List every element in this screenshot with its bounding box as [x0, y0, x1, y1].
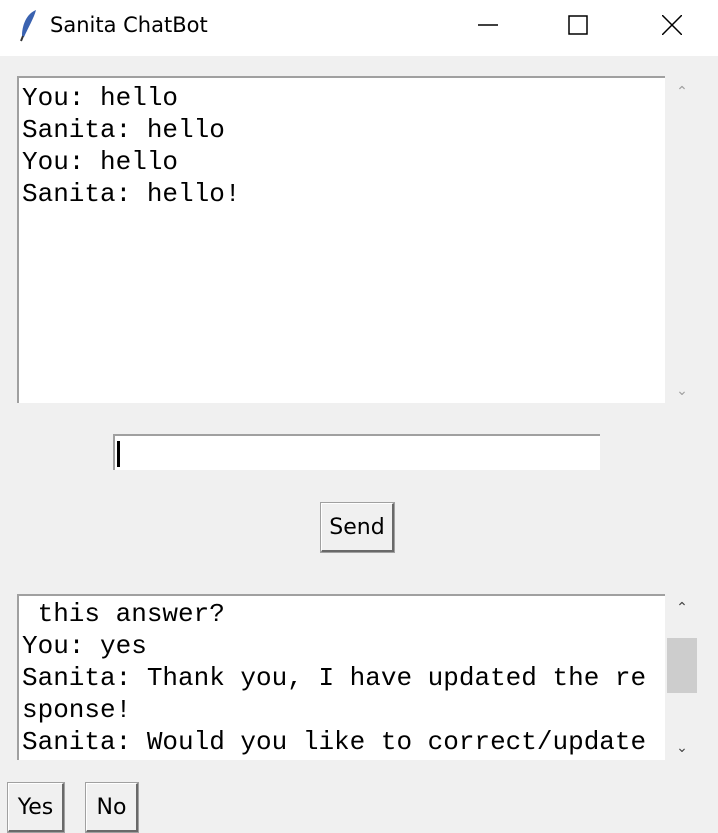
scroll-down-icon[interactable]: ⌄	[665, 740, 699, 756]
feedback-line: Sanita: Would you like to correct/update	[22, 727, 647, 757]
send-button[interactable]: Send	[320, 502, 395, 553]
chat-line: Sanita: hello	[22, 115, 225, 145]
title-bar: Sanita ChatBot	[0, 0, 718, 56]
chat-scrollbar[interactable]: ⌃ ⌄	[665, 76, 699, 403]
message-input[interactable]	[113, 434, 600, 470]
feedback-line: this answer?	[22, 599, 225, 629]
maximize-icon	[568, 15, 588, 35]
scroll-up-icon[interactable]: ⌃	[665, 84, 699, 100]
chat-line: You: hello	[22, 147, 179, 177]
minimize-button[interactable]	[453, 0, 523, 50]
minimize-icon	[478, 24, 498, 26]
chat-line: Sanita: hello!	[22, 179, 241, 209]
close-icon	[662, 15, 682, 35]
feedback-line: You: yes	[22, 631, 147, 661]
feedback-log[interactable]: this answer? You: yes Sanita: Thank you, I…	[17, 594, 665, 760]
close-button[interactable]	[637, 0, 707, 50]
feather-icon	[20, 10, 36, 42]
yes-button[interactable]: Yes	[7, 782, 65, 833]
scrollbar-thumb[interactable]	[667, 638, 697, 693]
feedback-scrollbar[interactable]: ⌃ ⌄	[665, 594, 699, 760]
feedback-line: sponse!	[22, 695, 132, 725]
window-title: Sanita ChatBot	[50, 13, 208, 37]
chat-line: You: hello	[22, 83, 179, 113]
text-cursor	[117, 441, 120, 467]
no-button[interactable]: No	[85, 782, 139, 833]
maximize-button[interactable]	[543, 0, 613, 50]
chat-log[interactable]: You: hello Sanita: hello You: hello Sanita:…	[17, 76, 665, 403]
feedback-line: Sanita: Thank you, I have updated the re	[22, 663, 647, 693]
scroll-up-icon[interactable]: ⌃	[665, 600, 699, 616]
scroll-down-icon[interactable]: ⌄	[665, 383, 699, 399]
